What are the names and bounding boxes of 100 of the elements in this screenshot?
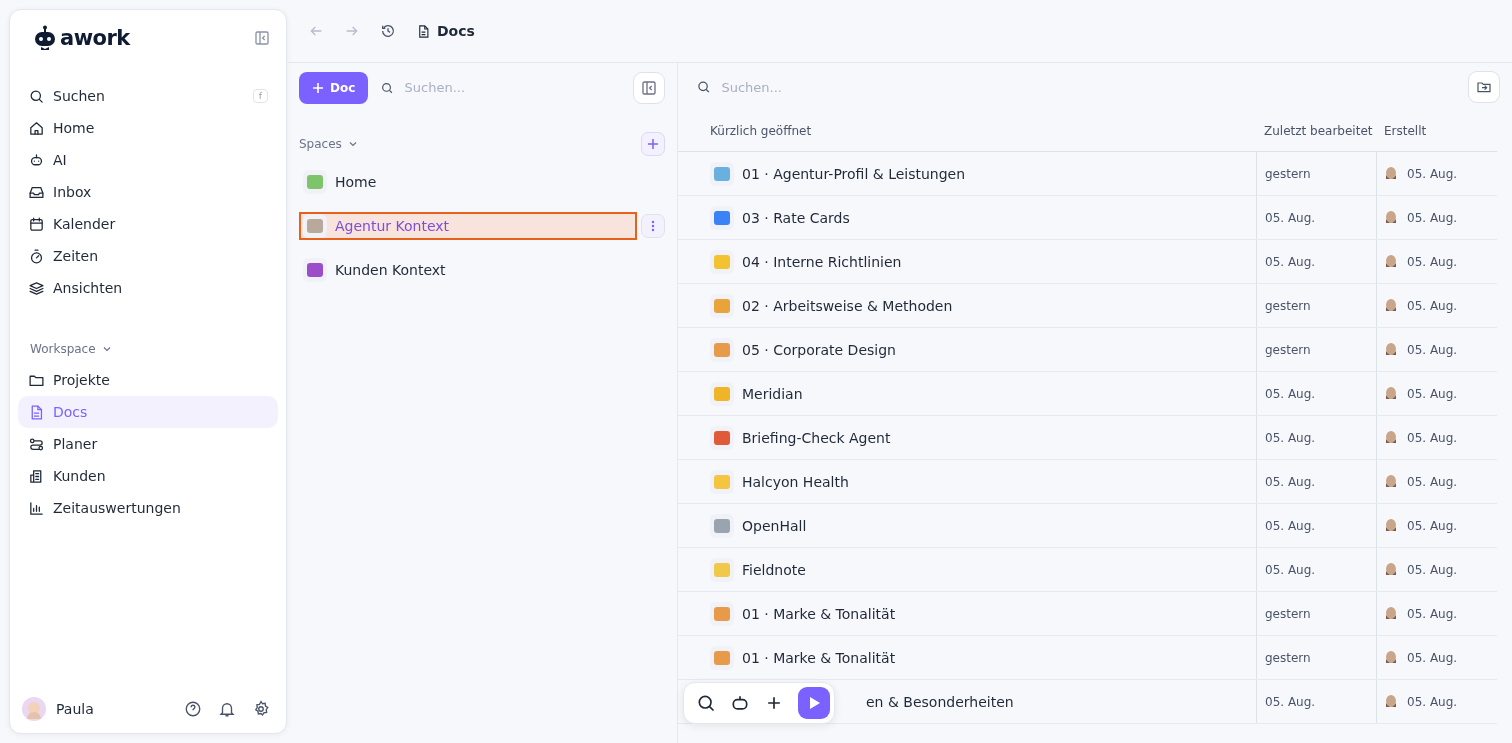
avatar-icon xyxy=(1385,254,1397,269)
avatar-icon xyxy=(1385,518,1397,533)
search-field[interactable]: Suchen... xyxy=(402,79,621,96)
bell-icon[interactable] xyxy=(218,700,236,718)
table-cell: 05. Aug. xyxy=(1265,386,1316,401)
new-doc-button[interactable]: Doc xyxy=(299,71,369,104)
section-label[interactable]: Workspace xyxy=(30,342,96,356)
avatar-icon xyxy=(1385,474,1397,489)
table-row[interactable]: 02 · Arbeitsweise & Methoden gestern 05. Aug. xyxy=(678,284,1497,328)
nav-item[interactable]: Inbox xyxy=(18,176,278,208)
doc-title: en & Besonderheiten xyxy=(866,693,1014,710)
table-cell: 05. Aug. xyxy=(1407,606,1458,621)
nav-item[interactable]: Docs xyxy=(18,396,278,428)
table-row[interactable]: Meridian 05. Aug. 05. Aug. xyxy=(678,372,1497,416)
table-row[interactable]: Briefing-Check Agent 05. Aug. 05. Aug. xyxy=(678,416,1497,460)
nav-item[interactable]: Zeitauswertungen xyxy=(18,492,278,524)
space-item[interactable]: Home xyxy=(299,168,665,196)
table-row[interactable]: OpenHall 05. Aug. 05. Aug. xyxy=(678,504,1497,548)
user-name[interactable]: Paula xyxy=(56,701,94,717)
table-row[interactable]: 04 · Interne Richtlinien 05. Aug. 05. Aug. xyxy=(678,240,1497,284)
table-row[interactable]: 01 · Marke & Tonalität gestern 05. Aug. xyxy=(678,636,1497,680)
nav-item[interactable]: Kalender xyxy=(18,208,278,240)
table-row[interactable]: 05 · Corporate Design gestern 05. Aug. xyxy=(678,328,1497,372)
table-cell: 05. Aug. xyxy=(1407,694,1458,709)
nav-item[interactable]: Ansichten xyxy=(18,272,278,304)
robot-icon[interactable] xyxy=(730,693,750,713)
search-icon xyxy=(696,79,712,95)
doc-title: 03 · Rate Cards xyxy=(742,209,850,226)
column-header[interactable]: Kürzlich geöffnet xyxy=(678,124,1256,138)
table-cell: 05. Aug. xyxy=(1265,474,1316,489)
logo-wordmark: awork xyxy=(60,26,130,50)
panel-collapse-icon xyxy=(641,79,657,96)
plus-icon xyxy=(312,81,324,94)
table-cell: 05. Aug. xyxy=(1407,254,1458,269)
avatar-icon xyxy=(1385,650,1397,665)
history-icon[interactable] xyxy=(380,23,396,39)
doc-title: 01 · Marke & Tonalität xyxy=(742,649,896,666)
table-cell: gestern xyxy=(1265,342,1311,357)
import-button[interactable] xyxy=(1468,71,1500,103)
table-cell: 05. Aug. xyxy=(1407,386,1458,401)
avatar-icon xyxy=(1385,210,1397,225)
plus-icon xyxy=(647,138,659,150)
nav-item[interactable]: Zeiten xyxy=(18,240,278,272)
doc-title: Briefing-Check Agent xyxy=(742,429,891,446)
nav-item[interactable]: Suchen f xyxy=(18,80,278,112)
table-cell: 05. Aug. xyxy=(1265,210,1316,225)
table-row[interactable]: 01 · Marke & Tonalität gestern 05. Aug. xyxy=(678,592,1497,636)
avatar-icon xyxy=(1385,562,1397,577)
folder-arrow-icon xyxy=(1476,79,1492,95)
doc-title: Halcyon Health xyxy=(742,473,849,490)
table-cell: 05. Aug. xyxy=(1265,694,1316,709)
panel-collapse-button[interactable] xyxy=(633,71,665,104)
avatar-icon xyxy=(1385,430,1397,445)
nav-item[interactable]: Projekte xyxy=(18,364,278,396)
doc-title: Meridian xyxy=(742,385,803,402)
table-cell: 05. Aug. xyxy=(1265,518,1316,533)
table-row[interactable]: Halcyon Health 05. Aug. 05. Aug. xyxy=(678,460,1497,504)
add-space-button[interactable] xyxy=(641,132,665,156)
space-item[interactable]: Kunden Kontext xyxy=(299,256,665,284)
column-header[interactable]: Zuletzt bearbeitet xyxy=(1256,124,1376,138)
table-cell: 05. Aug. xyxy=(1407,298,1458,313)
table-row[interactable]: Fieldnote 05. Aug. 05. Aug. xyxy=(678,548,1497,592)
nav-item[interactable]: Home xyxy=(18,112,278,144)
document-icon xyxy=(416,23,431,39)
search-field[interactable]: Suchen... xyxy=(719,78,1468,96)
avatar-icon xyxy=(1385,386,1397,401)
table-cell: gestern xyxy=(1265,606,1311,621)
calendar-icon xyxy=(28,215,45,233)
doc-title: 02 · Arbeitsweise & Methoden xyxy=(742,297,953,314)
nav-item[interactable]: AI xyxy=(18,144,278,176)
table-row[interactable]: 01 · Agentur-Profil & Leistungen gestern 05. Aug. xyxy=(678,152,1497,196)
table-cell: 05. Aug. xyxy=(1407,562,1458,577)
avatar-icon xyxy=(1385,342,1397,357)
help-icon[interactable] xyxy=(184,700,202,718)
nav-item[interactable]: Kunden xyxy=(18,460,278,492)
table-cell: 05. Aug. xyxy=(1407,474,1458,489)
bar-chart-icon xyxy=(28,499,45,517)
section-label[interactable]: Spaces xyxy=(299,137,342,151)
table-cell: gestern xyxy=(1265,298,1311,313)
nav-item[interactable]: Planer xyxy=(18,428,278,460)
sidebar-collapse-icon[interactable] xyxy=(254,30,270,46)
table-row[interactable]: 03 · Rate Cards 05. Aug. 05. Aug. xyxy=(678,196,1497,240)
shortcut-key: f xyxy=(252,89,268,103)
avatar-icon xyxy=(1385,606,1397,621)
play-button[interactable] xyxy=(798,687,830,719)
chevron-down-icon[interactable] xyxy=(101,344,112,354)
robot-logo-icon xyxy=(34,25,56,51)
settings-icon[interactable] xyxy=(252,700,270,718)
chevron-down-icon[interactable] xyxy=(347,139,358,149)
table-cell: 05. Aug. xyxy=(1407,210,1458,225)
kebab-menu-icon xyxy=(651,220,655,232)
layers-icon xyxy=(28,279,45,297)
search-icon[interactable] xyxy=(696,693,716,713)
avatar-icon xyxy=(1385,694,1397,709)
play-icon xyxy=(807,696,821,710)
doc-title: 01 · Marke & Tonalität xyxy=(742,605,896,622)
doc-title: Fieldnote xyxy=(742,561,806,578)
space-item[interactable]: Agentur Kontext xyxy=(299,212,637,240)
column-header[interactable]: Erstellt xyxy=(1376,124,1497,138)
avatar-icon xyxy=(1385,298,1397,313)
